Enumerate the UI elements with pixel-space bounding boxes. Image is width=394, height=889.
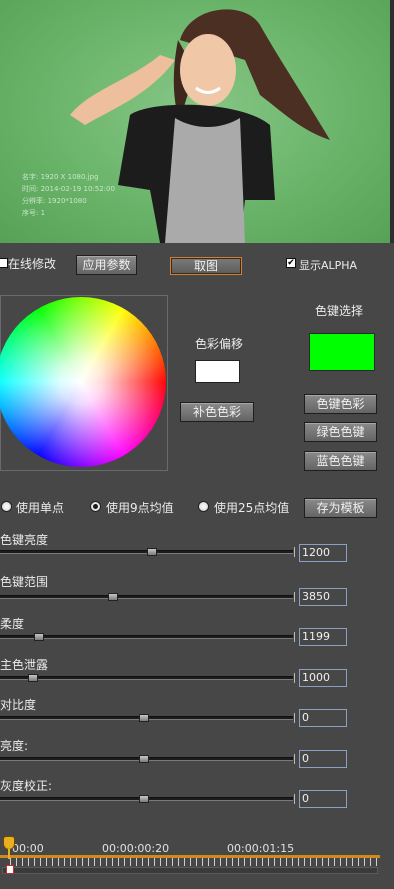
sample-25-radio[interactable] (198, 501, 209, 512)
color-key-swatch[interactable] (309, 333, 375, 371)
image-index-meta: 序号: 1 (22, 209, 46, 217)
subject-illustration (70, 9, 330, 243)
key-range-label: 色键范围 (0, 575, 49, 589)
timeline-clip-marker[interactable] (6, 865, 14, 874)
blue-key-button[interactable]: 蓝色色键 (304, 451, 377, 471)
gamma-slider[interactable] (0, 794, 295, 804)
spill-label: 主色泄露 (0, 658, 49, 672)
key-color-button[interactable]: 色键色彩 (304, 394, 377, 414)
slider-thumb[interactable] (28, 674, 39, 682)
show-alpha-checkbox[interactable]: ✔ (286, 258, 296, 268)
apply-params-button[interactable]: 应用参数 (76, 255, 137, 275)
sample-9-label: 使用9点均值 (106, 501, 174, 515)
spill-slider[interactable] (0, 673, 295, 683)
sample-9-radio[interactable] (90, 501, 101, 512)
brightness-value[interactable]: 0 (299, 750, 347, 768)
timeline-ticks (10, 858, 378, 866)
image-resolution-meta: 分辨率: 1920*1080 (22, 197, 87, 205)
online-edit-label: 在线修改 (8, 257, 57, 271)
gamma-value[interactable]: 0 (299, 790, 347, 808)
preview-divider (390, 0, 394, 243)
timeline-time-start: 00:00 (12, 842, 44, 855)
slider-thumb[interactable] (138, 755, 149, 763)
timeline-track[interactable] (2, 867, 378, 874)
color-wheel[interactable] (0, 297, 166, 467)
color-key-title: 色键选择 (315, 304, 364, 318)
image-name-meta: 名字: 1920 X 1080.jpg (22, 173, 99, 181)
spill-value[interactable]: 1000 (299, 669, 347, 687)
key-brightness-slider[interactable] (0, 547, 295, 557)
pick-image-button[interactable]: 取图 (170, 257, 242, 275)
sample-single-radio[interactable] (1, 501, 12, 512)
contrast-value[interactable]: 0 (299, 709, 347, 727)
softness-slider[interactable] (0, 632, 295, 642)
gamma-label: 灰度校正: (0, 779, 53, 793)
slider-thumb[interactable] (147, 548, 158, 556)
playhead-line (8, 849, 10, 859)
key-brightness-label: 色键亮度 (0, 533, 49, 547)
slider-thumb[interactable] (138, 714, 149, 722)
show-alpha-label: 显示ALPHA (299, 259, 358, 272)
slider-thumb[interactable] (138, 795, 149, 803)
slider-thumb[interactable] (33, 633, 44, 641)
green-key-button[interactable]: 绿色色键 (304, 422, 377, 442)
contrast-label: 对比度 (0, 698, 37, 712)
contrast-slider[interactable] (0, 713, 295, 723)
key-range-slider[interactable] (0, 592, 295, 602)
complement-color-button[interactable]: 补色色彩 (180, 402, 254, 422)
sample-25-label: 使用25点均值 (214, 501, 290, 515)
playhead-marker[interactable] (3, 836, 15, 850)
image-time-meta: 时间: 2014-02-19 10:52:00 (22, 185, 115, 193)
color-offset-swatch[interactable] (195, 360, 240, 383)
sample-single-label: 使用单点 (16, 501, 65, 515)
preview-image: 名字: 1920 X 1080.jpg 时间: 2014-02-19 10:52… (0, 0, 394, 243)
save-template-button[interactable]: 存为模板 (304, 498, 377, 518)
brightness-label: 亮度: (0, 739, 29, 753)
slider-thumb[interactable] (107, 593, 118, 601)
timeline-time-mid: 00:00:00:20 (102, 842, 170, 855)
color-offset-title: 色彩偏移 (195, 337, 244, 351)
softness-label: 柔度 (0, 617, 25, 631)
key-brightness-value[interactable]: 1200 (299, 544, 347, 562)
timeline-time-end: 00:00:01:15 (227, 842, 295, 855)
brightness-slider[interactable] (0, 754, 295, 764)
key-range-value[interactable]: 3850 (299, 588, 347, 606)
softness-value[interactable]: 1199 (299, 628, 347, 646)
online-edit-checkbox[interactable] (0, 258, 8, 268)
